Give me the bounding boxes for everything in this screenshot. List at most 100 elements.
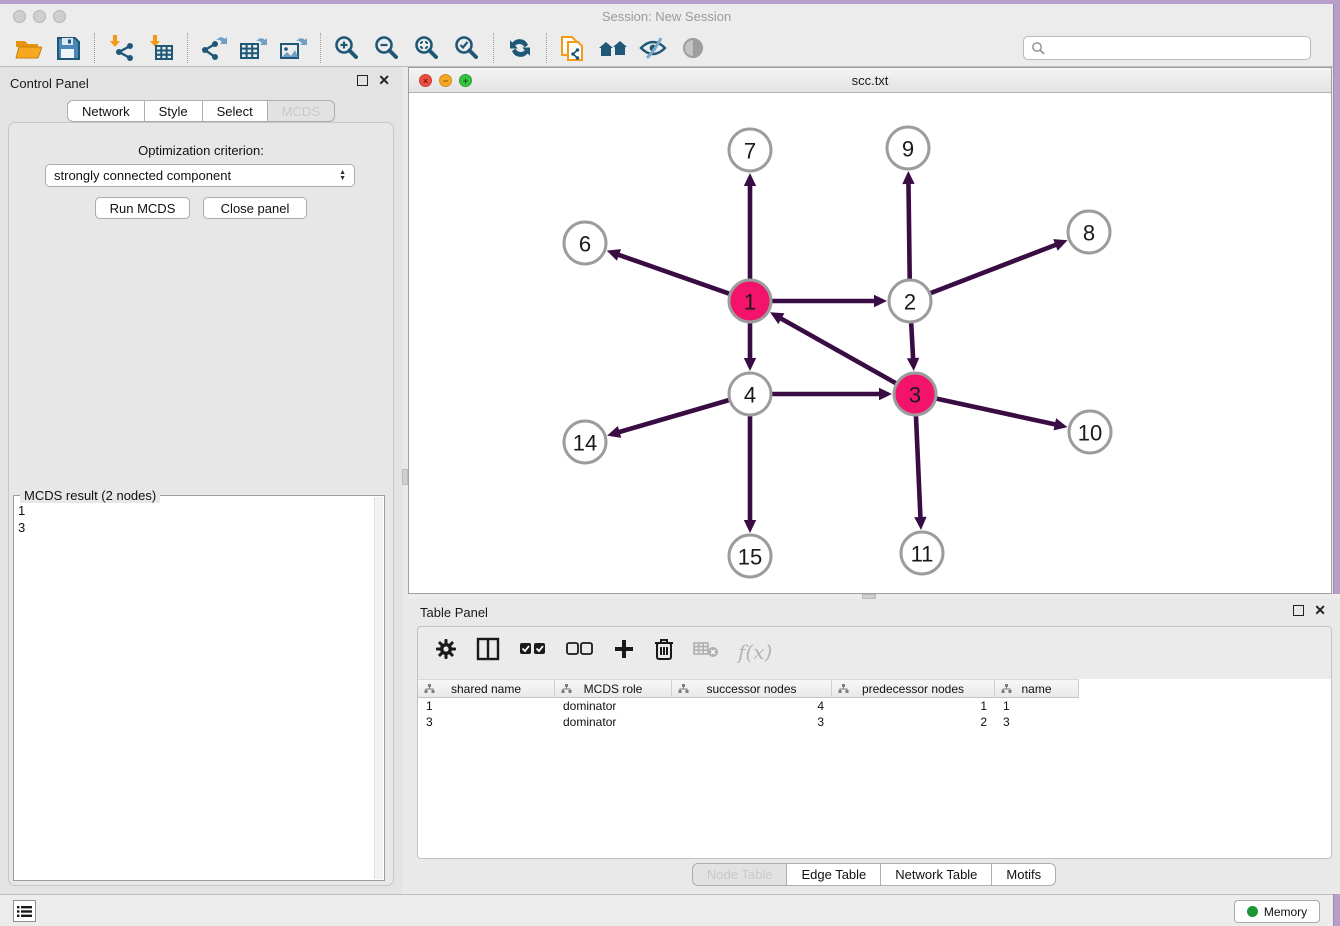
- table-settings-gear-icon[interactable]: [435, 638, 457, 665]
- zoom-fit-icon[interactable]: [407, 32, 447, 64]
- zoom-selected-icon[interactable]: [447, 32, 487, 64]
- tab-network-table[interactable]: Network Table: [881, 863, 992, 886]
- column-label: successor nodes: [706, 682, 796, 696]
- close-panel-button[interactable]: Close panel: [203, 197, 307, 219]
- cell-name[interactable]: 3: [995, 714, 1079, 730]
- clone-network-icon[interactable]: [553, 32, 593, 64]
- cell-successor-nodes[interactable]: 3: [672, 714, 832, 730]
- result-scrollbar[interactable]: [374, 497, 383, 879]
- task-history-button[interactable]: [13, 900, 36, 922]
- cell-name[interactable]: 1: [995, 698, 1079, 714]
- hide-selected-icon[interactable]: [633, 32, 673, 64]
- memory-label: Memory: [1264, 905, 1307, 919]
- delete-table-disabled-icon: [693, 640, 719, 663]
- show-column-panel-icon[interactable]: [476, 637, 500, 666]
- main-toolbar: [0, 29, 1333, 67]
- tab-node-table[interactable]: Node Table: [692, 863, 788, 886]
- node-label-9: 9: [902, 137, 914, 162]
- column-header-successor-nodes[interactable]: successor nodes: [672, 679, 832, 698]
- network-frame-titlebar[interactable]: × − + scc.txt: [409, 68, 1331, 93]
- refresh-view-icon[interactable]: [500, 32, 540, 64]
- node-table-container: f(x) shared name MCDS role successor nodes…: [417, 626, 1332, 859]
- save-session-icon[interactable]: [48, 32, 88, 64]
- float-table-panel-icon[interactable]: [1293, 605, 1304, 616]
- run-mcds-button[interactable]: Run MCDS: [95, 197, 190, 219]
- arrowhead-2-3: [907, 358, 919, 371]
- cell-successor-nodes[interactable]: 4: [672, 698, 832, 714]
- export-table-icon[interactable]: [234, 32, 274, 64]
- arrowhead-1-4: [744, 358, 756, 371]
- edge-4-14[interactable]: [618, 400, 729, 432]
- tab-select[interactable]: Select: [203, 100, 268, 122]
- close-table-panel-icon[interactable]: ✕: [1314, 605, 1326, 616]
- network-view-frame: × − + scc.txt 1234678910111415: [408, 67, 1332, 594]
- column-header-shared-name[interactable]: shared name: [418, 679, 555, 698]
- arrowhead-1-7: [744, 173, 756, 186]
- cell-MCDS-role[interactable]: dominator: [555, 698, 672, 714]
- cell-predecessor-nodes[interactable]: 2: [832, 714, 995, 730]
- edge-3-10[interactable]: [936, 399, 1056, 425]
- tab-network[interactable]: Network: [67, 100, 145, 122]
- control-panel-tabbar: NetworkStyleSelectMCDS: [0, 100, 402, 122]
- show-all-disabled-icon: [673, 32, 713, 64]
- edge-3-11[interactable]: [916, 416, 921, 519]
- control-panel-title: Control Panel: [10, 76, 89, 91]
- list-icon: [17, 905, 32, 918]
- zoom-out-icon[interactable]: [367, 32, 407, 64]
- table-row[interactable]: 1dominator411: [418, 698, 1331, 714]
- deselect-all-columns-icon[interactable]: [566, 642, 594, 661]
- zoom-in-icon[interactable]: [327, 32, 367, 64]
- node-table[interactable]: shared name MCDS role successor nodes prede…: [418, 679, 1331, 858]
- arrowhead-3-11: [914, 517, 926, 530]
- memory-button[interactable]: Memory: [1234, 900, 1320, 923]
- edge-1-6[interactable]: [617, 254, 729, 293]
- edge-2-3[interactable]: [911, 323, 913, 360]
- delete-column-icon[interactable]: [654, 637, 674, 666]
- export-network-icon[interactable]: [194, 32, 234, 64]
- toolbar-separator: [546, 33, 547, 63]
- column-header-filler: [1079, 679, 1331, 698]
- edge-2-8[interactable]: [931, 244, 1058, 293]
- toolbar-separator: [94, 33, 95, 63]
- node-label-3: 3: [909, 383, 921, 408]
- edge-3-1[interactable]: [780, 318, 896, 384]
- cell-shared-name[interactable]: 3: [418, 714, 555, 730]
- search-field[interactable]: [1023, 36, 1311, 60]
- export-image-icon[interactable]: [274, 32, 314, 64]
- table-row[interactable]: 3dominator323: [418, 714, 1331, 730]
- node-label-7: 7: [744, 139, 756, 164]
- tab-motifs[interactable]: Motifs: [992, 863, 1056, 886]
- open-file-icon[interactable]: [8, 32, 48, 64]
- import-table-icon[interactable]: [141, 32, 181, 64]
- control-panel: Control Panel ✕ NetworkStyleSelectMCDS O…: [0, 67, 402, 894]
- network-graph[interactable]: 1234678910111415: [409, 93, 1331, 593]
- column-label: name: [1021, 682, 1051, 696]
- optimization-criterion-select[interactable]: strongly connected component ▲▼: [45, 164, 355, 187]
- first-neighbors-icon[interactable]: [593, 32, 633, 64]
- node-label-14: 14: [573, 431, 597, 456]
- float-panel-icon[interactable]: [357, 75, 368, 86]
- edge-2-9[interactable]: [908, 182, 909, 279]
- column-label: shared name: [451, 682, 521, 696]
- tab-mcds[interactable]: MCDS: [268, 100, 335, 122]
- column-header-MCDS-role[interactable]: MCDS role: [555, 679, 672, 698]
- close-panel-icon[interactable]: ✕: [378, 75, 390, 86]
- node-label-2: 2: [904, 290, 916, 315]
- function-builder-disabled-icon: f(x): [738, 640, 772, 664]
- import-network-icon[interactable]: [101, 32, 141, 64]
- select-all-columns-icon[interactable]: [519, 642, 547, 661]
- cell-predecessor-nodes[interactable]: 1: [832, 698, 995, 714]
- arrowhead-4-3: [879, 388, 892, 400]
- column-header-predecessor-nodes[interactable]: predecessor nodes: [832, 679, 995, 698]
- cell-shared-name[interactable]: 1: [418, 698, 555, 714]
- status-bar: Memory: [0, 894, 1333, 926]
- cell-MCDS-role[interactable]: dominator: [555, 714, 672, 730]
- add-column-icon[interactable]: [613, 638, 635, 665]
- arrowhead-4-14: [607, 426, 621, 438]
- search-input[interactable]: [1046, 41, 1310, 55]
- tab-style[interactable]: Style: [145, 100, 203, 122]
- mcds-result-text[interactable]: 1 3: [18, 502, 370, 876]
- tab-edge-table[interactable]: Edge Table: [787, 863, 881, 886]
- column-header-name[interactable]: name: [995, 679, 1079, 698]
- network-canvas[interactable]: 1234678910111415: [409, 93, 1331, 593]
